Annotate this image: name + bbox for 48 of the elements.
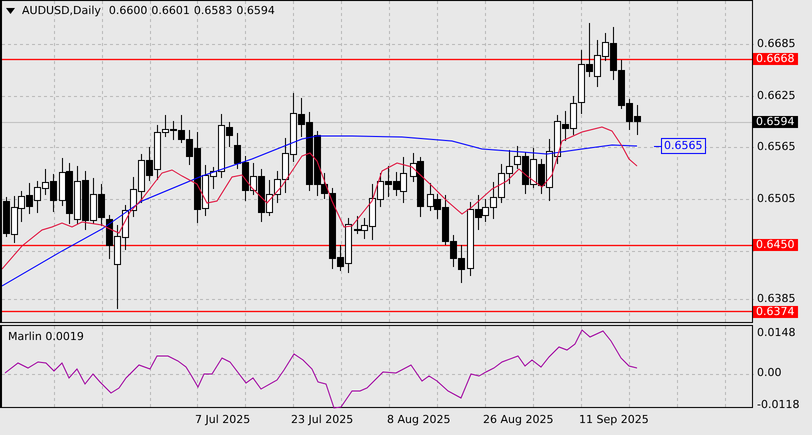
bullish-candle: [345, 218, 352, 274]
axis-tick-label: -0.0118: [757, 398, 800, 412]
bearish-candle: [146, 146, 153, 182]
bearish-candle: [562, 110, 569, 142]
bearish-candle: [66, 162, 73, 224]
bullish-candle: [427, 182, 434, 212]
bearish-candle: [354, 216, 361, 234]
bullish-candle: [59, 158, 66, 206]
price-value: 0.6583: [194, 4, 232, 17]
bullish-candle: [74, 166, 81, 224]
axis-tick-label: 0.6505: [757, 192, 796, 206]
bullish-candle: [250, 162, 257, 196]
current-price-tag: 0.6594: [753, 116, 798, 128]
axis-tick-label: 0.6625: [757, 89, 796, 103]
level-price-tag: 0.6374: [753, 306, 798, 318]
date-label: 11 Sep 2025: [579, 413, 649, 426]
date-label: 23 Jul 2025: [291, 413, 354, 426]
price-value: 0.6594: [236, 4, 275, 17]
date-label: 26 Aug 2025: [483, 413, 554, 426]
bearish-candle: [538, 158, 545, 194]
axis-tick-label: 0.0148: [757, 326, 796, 340]
symbol-label: AUDUSD,Daily: [22, 4, 101, 17]
price-value: 0.6600: [108, 4, 148, 17]
axis-tick-label: 0.6565: [757, 140, 796, 154]
level-price-tag: 0.6450: [753, 239, 798, 251]
bearish-candle: [475, 194, 482, 230]
bearish-candle: [258, 168, 265, 222]
axis-tick-label: 0.00: [757, 366, 782, 380]
indicator-label: Marlin 0.0019: [8, 330, 84, 343]
bearish-candle: [50, 174, 57, 212]
bearish-candle: [417, 156, 424, 218]
date-label: 8 Aug 2025: [387, 413, 450, 426]
moving-average-label: 0.6565: [661, 138, 706, 154]
bullish-candle: [400, 156, 407, 204]
axis-tick-label: 0.6685: [757, 37, 796, 51]
dropdown-icon[interactable]: [6, 8, 15, 14]
price-value: 0.6601: [151, 4, 190, 17]
bullish-candle: [530, 148, 537, 188]
bearish-candle: [3, 196, 10, 238]
level-price-tag: 0.6668: [753, 53, 798, 65]
bullish-candle: [410, 152, 417, 182]
bullish-candle: [90, 178, 97, 224]
bearish-candle: [26, 182, 33, 214]
date-label: 7 Jul 2025: [195, 413, 250, 426]
bearish-candle: [586, 22, 593, 78]
bearish-candle: [522, 152, 529, 194]
bearish-candle: [82, 170, 89, 230]
axis-tick-label: 0.6385: [757, 292, 796, 306]
